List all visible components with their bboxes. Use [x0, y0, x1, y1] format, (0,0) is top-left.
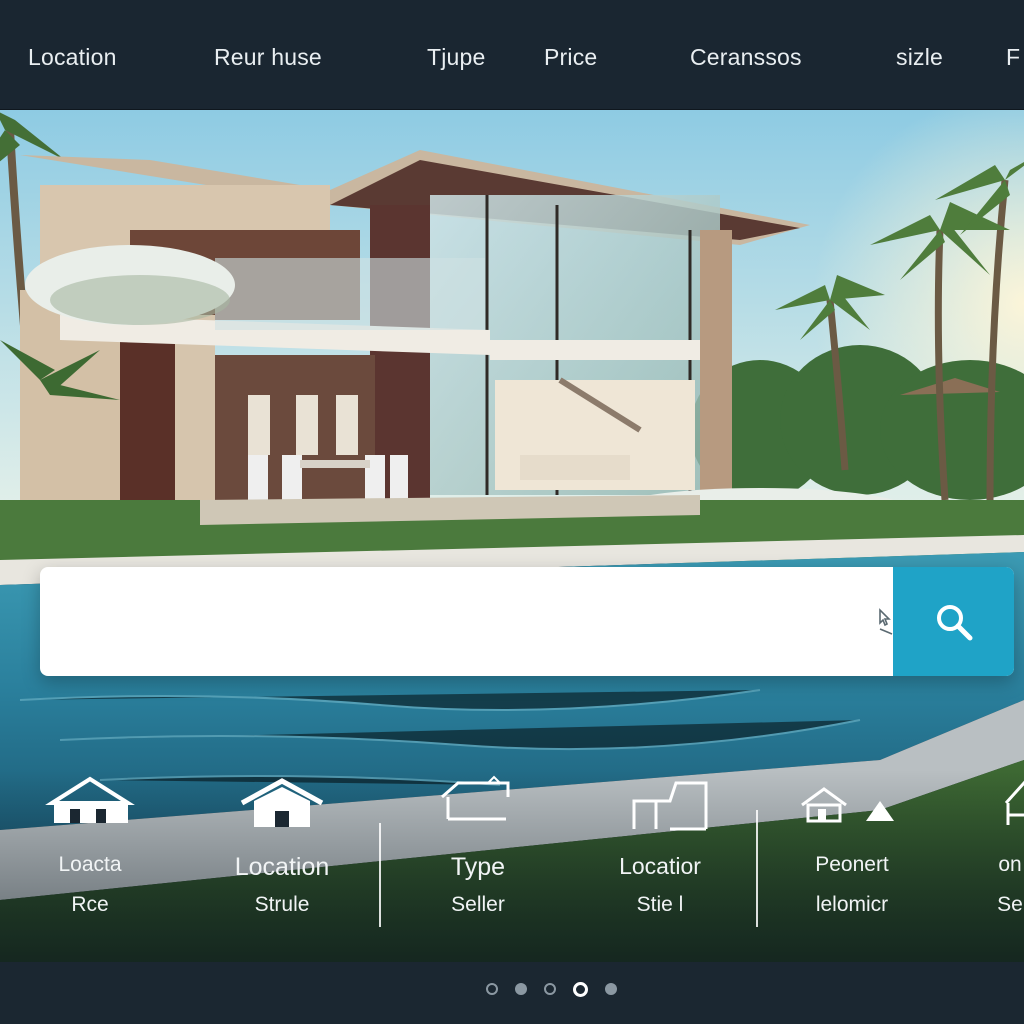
search-input[interactable] [40, 567, 892, 676]
search-button[interactable] [893, 567, 1014, 676]
feature-subtitle: Stie l [636, 893, 684, 916]
feature-divider [379, 823, 381, 927]
roof-outline-icon [441, 775, 510, 821]
feature-item-property[interactable]: Peonert lelomicr [792, 775, 912, 935]
feature-subtitle: Seller [451, 893, 505, 916]
feature-item-location-structure[interactable]: Location Strule [222, 775, 342, 935]
feature-item-location-site[interactable]: Locatior Stie l [600, 775, 720, 935]
nav-item-size[interactable]: sizle [896, 44, 943, 71]
feature-divider [756, 810, 758, 927]
feature-subtitle: Strule [254, 893, 310, 916]
house-warning-icon [801, 787, 894, 823]
house-roof-icon [45, 776, 135, 823]
nav-item-house[interactable]: Reur huse [214, 44, 322, 71]
feature-title: on [998, 853, 1022, 876]
real-estate-app: Location Reur huse Tjupe Price Ceranssos… [0, 0, 1024, 1024]
search-bar [40, 567, 1014, 676]
house-icon [240, 778, 324, 827]
pagination-dot-3[interactable] [544, 983, 556, 995]
nav-item-price[interactable]: Price [544, 44, 597, 71]
feature-subtitle: lelomicr [815, 893, 889, 916]
feature-item-location[interactable]: Loacta Rce [40, 775, 140, 935]
pagination-dot-1[interactable] [486, 983, 498, 995]
pagination-dot-2[interactable] [515, 983, 527, 995]
feature-title: Location [234, 853, 330, 881]
feature-title: Locatior [619, 853, 701, 879]
feature-subtitle: Rce [71, 893, 109, 916]
feature-title: Peonert [815, 853, 889, 876]
house-partial-icon [1004, 780, 1024, 825]
nav-item-type[interactable]: Tjupe [427, 44, 486, 71]
bottom-bar [0, 962, 1024, 1024]
building-outline-icon [632, 781, 708, 831]
feature-title: Type [450, 853, 506, 881]
feature-title: Loacta [58, 853, 122, 876]
top-navigation: Location Reur huse Tjupe Price Ceranssos… [0, 0, 1024, 110]
nav-item-location[interactable]: Location [28, 44, 117, 71]
pagination-dot-4-active[interactable] [573, 981, 588, 997]
carousel-pagination [486, 981, 617, 997]
search-icon [936, 604, 972, 640]
feature-item-type[interactable]: Type Seller [428, 775, 528, 935]
feature-item-partial[interactable]: on Se [990, 775, 1024, 935]
feature-subtitle: Se [997, 893, 1023, 916]
nav-item-more[interactable]: F [1006, 44, 1020, 71]
nav-item-rooms[interactable]: Ceranssos [690, 44, 802, 71]
pagination-dot-5[interactable] [605, 983, 617, 995]
